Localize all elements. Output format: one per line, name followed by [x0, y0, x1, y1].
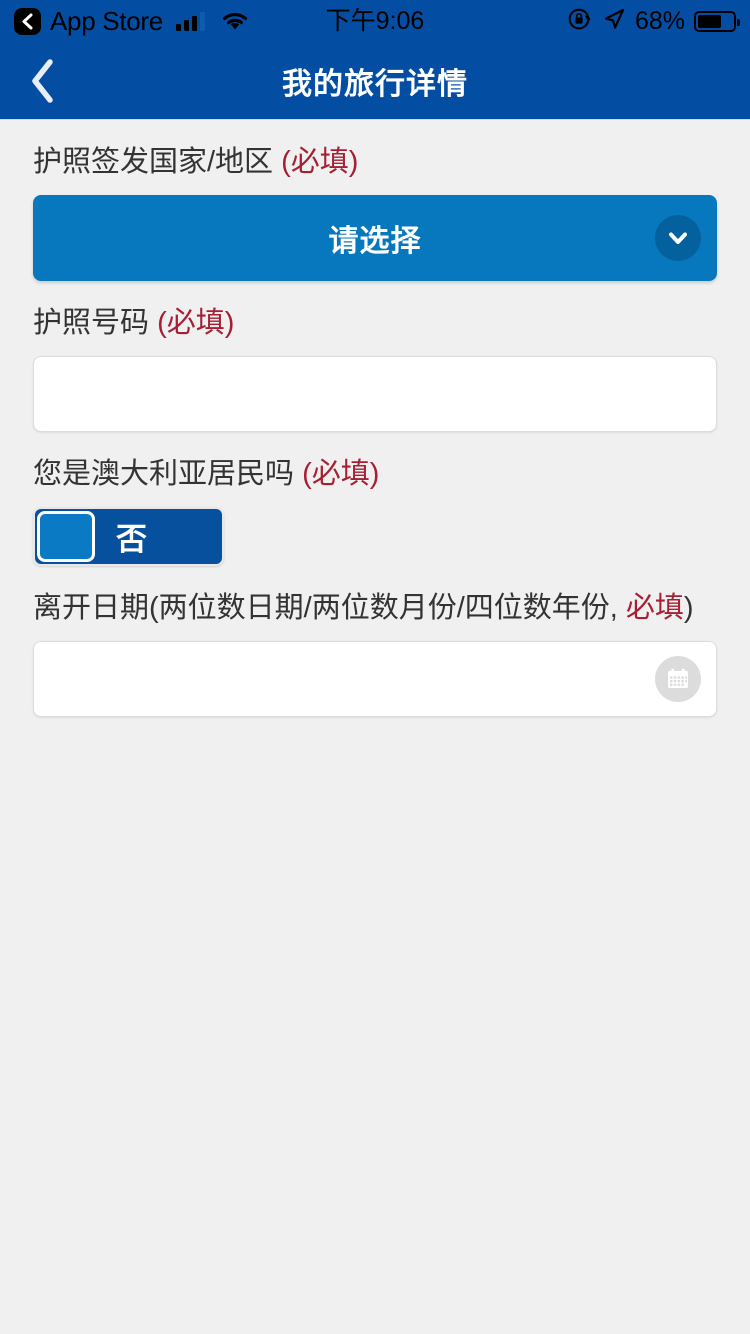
calendar-icon[interactable]	[655, 656, 701, 702]
passport-country-select[interactable]: 请选择	[33, 195, 717, 281]
field-australian-resident: 您是澳大利亚居民吗 (必填) 否	[33, 432, 717, 566]
australian-resident-toggle[interactable]: 否	[33, 507, 224, 566]
status-bar-left: App Store	[14, 6, 250, 36]
battery-percent-label: 68%	[634, 6, 685, 35]
field-label-passport-number: 护照号码 (必填)	[33, 281, 717, 356]
location-arrow-icon	[602, 7, 626, 36]
cellular-signal-icon	[175, 11, 205, 31]
navigation-bar: 我的旅行详情	[0, 42, 750, 120]
passport-country-select-value: 请选择	[328, 225, 422, 258]
field-passport-country: 护照签发国家/地区 (必填) 请选择	[33, 120, 717, 281]
travel-details-form: 护照签发国家/地区 (必填) 请选择 护照号码 (必填) 您是澳大利亚居民吗 (…	[0, 120, 750, 717]
status-bar-carrier-label: App Store	[50, 6, 163, 36]
wifi-icon	[220, 10, 250, 32]
australian-resident-toggle-value: 否	[116, 522, 147, 557]
status-bar-back-chip[interactable]	[14, 7, 41, 35]
chevron-down-icon	[655, 215, 701, 261]
battery-icon	[694, 10, 740, 32]
field-label-australian-resident: 您是澳大利亚居民吗 (必填)	[33, 432, 717, 507]
required-marker: (必填)	[157, 307, 235, 339]
status-bar: App Store 下午9:06 68%	[0, 0, 750, 42]
required-marker: 必填	[625, 592, 684, 624]
field-label-departure-date: 离开日期(两位数日期/两位数月份/四位数年份, 必填)	[33, 566, 717, 641]
toggle-knob	[37, 511, 95, 562]
label-text: 您是澳大利亚居民吗	[33, 458, 303, 490]
label-tail: )	[683, 592, 694, 624]
label-text: 护照签发国家/地区	[33, 146, 282, 178]
field-departure-date: 离开日期(两位数日期/两位数月份/四位数年份, 必填)	[33, 566, 717, 717]
label-text: 护照号码	[33, 307, 158, 339]
label-text: 离开日期(两位数日期/两位数月份/四位数年份,	[33, 592, 626, 624]
required-marker: (必填)	[302, 458, 380, 490]
field-label-passport-country: 护照签发国家/地区 (必填)	[33, 120, 717, 195]
rotation-lock-icon	[567, 6, 593, 37]
status-bar-right: 68%	[567, 6, 740, 37]
back-button[interactable]	[0, 42, 86, 120]
required-marker: (必填)	[281, 146, 359, 178]
departure-date-input[interactable]	[33, 641, 717, 717]
page-title: 我的旅行详情	[282, 67, 468, 101]
passport-number-input[interactable]	[33, 356, 717, 432]
passport-number-input-wrap	[33, 356, 717, 432]
departure-date-input-wrap	[33, 641, 717, 717]
field-passport-number: 护照号码 (必填)	[33, 281, 717, 432]
